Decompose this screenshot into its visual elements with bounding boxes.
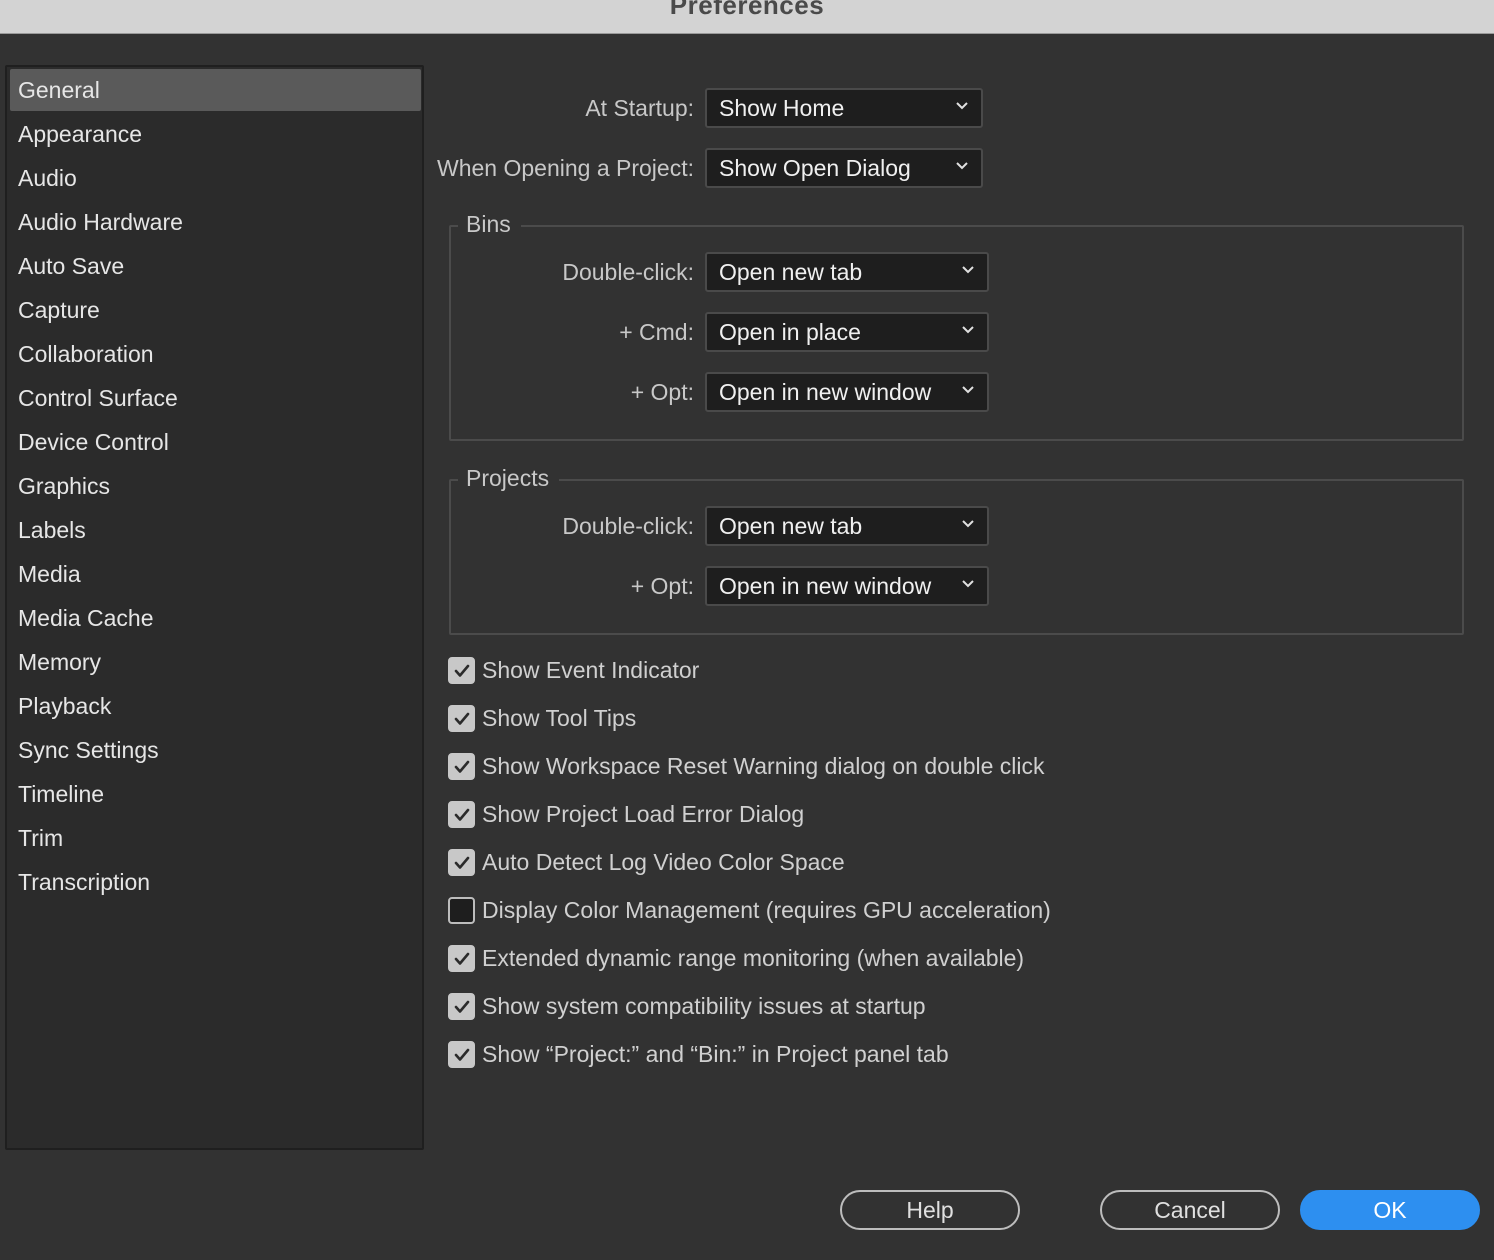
preferences-sidebar: General Appearance Audio Audio Hardware … xyxy=(5,65,424,1150)
projects-double-click-dropdown[interactable]: Open new tab xyxy=(705,506,989,546)
at-startup-label: At Startup: xyxy=(585,95,694,121)
checkmark-icon xyxy=(454,856,470,869)
bins-opt-dropdown[interactable]: Open in new window xyxy=(705,372,989,412)
chevron-down-icon xyxy=(962,580,974,588)
extended-dynamic-range-label[interactable]: Extended dynamic range monitoring (when … xyxy=(482,945,1024,972)
help-button[interactable]: Help xyxy=(840,1190,1020,1230)
extended-dynamic-range-option[interactable]: Extended dynamic range monitoring (when … xyxy=(448,943,1024,973)
project-bin-tab-label[interactable]: Show “Project:” and “Bin:” in Project pa… xyxy=(482,1041,949,1068)
sidebar-item-labels[interactable]: Labels xyxy=(10,509,421,551)
bins-double-click-dropdown[interactable]: Open new tab xyxy=(705,252,989,292)
project-load-error-checkbox[interactable] xyxy=(448,800,475,828)
projects-double-click-value: Open new tab xyxy=(719,513,863,539)
show-event-indicator-label[interactable]: Show Event Indicator xyxy=(482,657,699,684)
title-bar: Preferences xyxy=(0,0,1494,34)
show-tool-tips-option[interactable]: Show Tool Tips xyxy=(448,703,636,733)
ok-button[interactable]: OK xyxy=(1300,1190,1480,1230)
checkmark-icon xyxy=(454,760,470,773)
bins-opt-value: Open in new window xyxy=(719,379,932,405)
project-bin-tab-checkbox[interactable] xyxy=(448,1040,475,1068)
checkmark-icon xyxy=(454,1000,470,1013)
chevron-down-icon xyxy=(962,386,974,394)
checkmark-icon xyxy=(454,712,470,725)
projects-opt-dropdown[interactable]: Open in new window xyxy=(705,566,989,606)
sidebar-item-audio-hardware[interactable]: Audio Hardware xyxy=(10,201,421,243)
chevron-down-icon xyxy=(962,326,974,334)
sidebar-item-trim[interactable]: Trim xyxy=(10,817,421,859)
window-title: Preferences xyxy=(669,0,825,20)
sidebar-item-capture[interactable]: Capture xyxy=(10,289,421,331)
checkmark-icon xyxy=(454,808,470,821)
workspace-reset-warning-checkbox[interactable] xyxy=(448,752,475,780)
sidebar-item-general[interactable]: General xyxy=(10,69,421,111)
bins-cmd-label: + Cmd: xyxy=(619,319,694,345)
checkmark-icon xyxy=(454,1048,470,1061)
cancel-button[interactable]: Cancel xyxy=(1100,1190,1280,1230)
sidebar-item-memory[interactable]: Memory xyxy=(10,641,421,683)
extended-dynamic-range-checkbox[interactable] xyxy=(448,944,475,972)
checkmark-icon xyxy=(454,952,470,965)
display-color-management-label[interactable]: Display Color Management (requires GPU a… xyxy=(482,897,1051,924)
projects-group xyxy=(449,479,1464,635)
bins-group-title: Bins xyxy=(458,209,521,239)
workspace-reset-warning-option[interactable]: Show Workspace Reset Warning dialog on d… xyxy=(448,751,1045,781)
bins-cmd-value: Open in place xyxy=(719,319,861,345)
when-opening-value: Show Open Dialog xyxy=(719,155,911,181)
at-startup-value: Show Home xyxy=(719,95,845,121)
sidebar-item-playback[interactable]: Playback xyxy=(10,685,421,727)
project-load-error-label[interactable]: Show Project Load Error Dialog xyxy=(482,801,804,828)
chevron-down-icon xyxy=(956,102,968,110)
sidebar-item-media[interactable]: Media xyxy=(10,553,421,595)
chevron-down-icon xyxy=(956,162,968,170)
project-load-error-option[interactable]: Show Project Load Error Dialog xyxy=(448,799,804,829)
auto-detect-log-label[interactable]: Auto Detect Log Video Color Space xyxy=(482,849,845,876)
display-color-management-checkbox[interactable] xyxy=(448,896,475,924)
bins-double-click-label: Double-click: xyxy=(562,259,694,285)
when-opening-dropdown[interactable]: Show Open Dialog xyxy=(705,148,983,188)
when-opening-label: When Opening a Project: xyxy=(437,155,694,181)
project-bin-tab-option[interactable]: Show “Project:” and “Bin:” in Project pa… xyxy=(448,1039,949,1069)
chevron-down-icon xyxy=(962,520,974,528)
projects-double-click-label: Double-click: xyxy=(562,513,694,539)
bins-opt-label: + Opt: xyxy=(630,379,694,405)
show-event-indicator-option[interactable]: Show Event Indicator xyxy=(448,655,699,685)
sidebar-item-timeline[interactable]: Timeline xyxy=(10,773,421,815)
show-tool-tips-label[interactable]: Show Tool Tips xyxy=(482,705,636,732)
checkmark-icon xyxy=(454,664,470,677)
sidebar-item-device-control[interactable]: Device Control xyxy=(10,421,421,463)
system-compatibility-label[interactable]: Show system compatibility issues at star… xyxy=(482,993,926,1020)
sidebar-item-graphics[interactable]: Graphics xyxy=(10,465,421,507)
sidebar-item-collaboration[interactable]: Collaboration xyxy=(10,333,421,375)
at-startup-dropdown[interactable]: Show Home xyxy=(705,88,983,128)
sidebar-item-sync-settings[interactable]: Sync Settings xyxy=(10,729,421,771)
bins-cmd-dropdown[interactable]: Open in place xyxy=(705,312,989,352)
sidebar-item-control-surface[interactable]: Control Surface xyxy=(10,377,421,419)
projects-group-title: Projects xyxy=(458,463,560,493)
chevron-down-icon xyxy=(962,266,974,274)
system-compatibility-checkbox[interactable] xyxy=(448,992,475,1020)
system-compatibility-option[interactable]: Show system compatibility issues at star… xyxy=(448,991,926,1021)
projects-opt-value: Open in new window xyxy=(719,573,932,599)
auto-detect-log-checkbox[interactable] xyxy=(448,848,475,876)
show-tool-tips-checkbox[interactable] xyxy=(448,704,475,732)
auto-detect-log-option[interactable]: Auto Detect Log Video Color Space xyxy=(448,847,845,877)
workspace-reset-warning-label[interactable]: Show Workspace Reset Warning dialog on d… xyxy=(482,753,1045,780)
sidebar-item-transcription[interactable]: Transcription xyxy=(10,861,421,903)
projects-opt-label: + Opt: xyxy=(630,573,694,599)
bins-double-click-value: Open new tab xyxy=(719,259,863,285)
sidebar-item-auto-save[interactable]: Auto Save xyxy=(10,245,421,287)
display-color-management-option[interactable]: Display Color Management (requires GPU a… xyxy=(448,895,1051,925)
sidebar-item-audio[interactable]: Audio xyxy=(10,157,421,199)
sidebar-item-media-cache[interactable]: Media Cache xyxy=(10,597,421,639)
show-event-indicator-checkbox[interactable] xyxy=(448,656,475,684)
sidebar-item-appearance[interactable]: Appearance xyxy=(10,113,421,155)
